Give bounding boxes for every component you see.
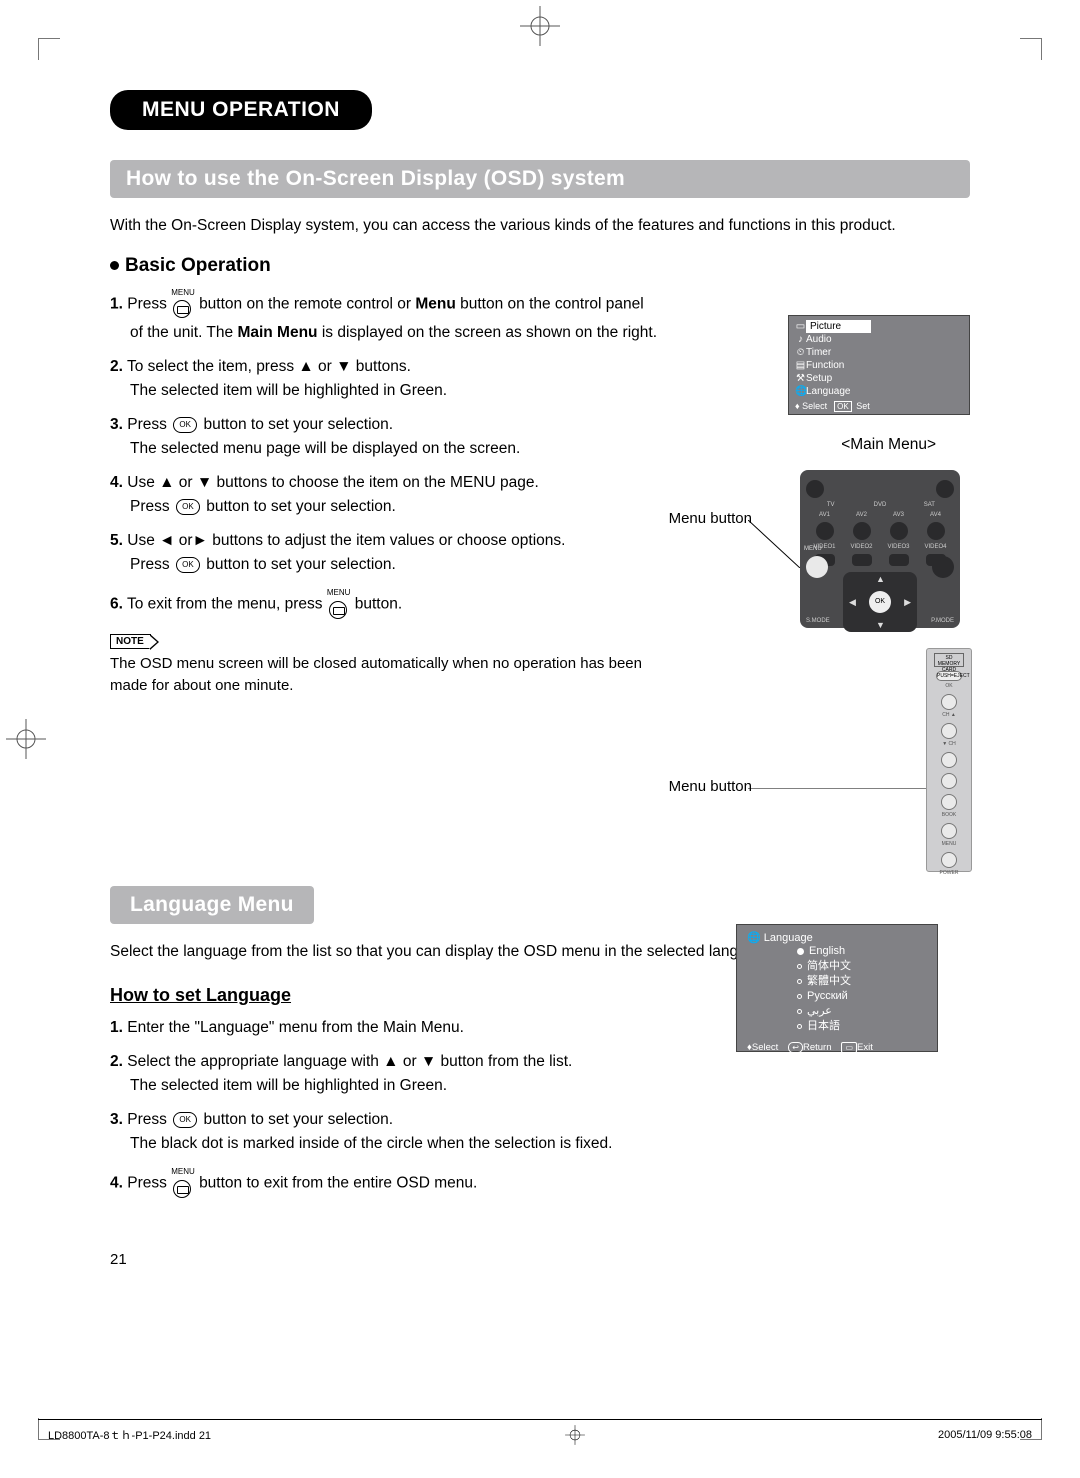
- step-6: 6. To exit from the menu, press MENU but…: [110, 587, 670, 621]
- page-number: 21: [110, 1251, 127, 1268]
- right-arrow-icon: ▶: [904, 597, 911, 608]
- radio-empty-icon: [797, 1009, 802, 1014]
- ok-button-icon: OK: [173, 417, 197, 433]
- mute-icon: [936, 480, 954, 498]
- manual-page: MENU OPERATION How to use the On-Screen …: [0, 0, 1080, 1478]
- callout-line: [748, 788, 926, 790]
- exit-icon: ▭: [841, 1042, 857, 1053]
- ok-button-icon: OK: [176, 557, 200, 573]
- menu-button-icon: [329, 601, 347, 619]
- osd-language-menu: 🌐 Language English 简体中文 繁體中文 Русский عرب…: [736, 924, 938, 1052]
- registration-mark-icon: [564, 1424, 586, 1446]
- ok-button-icon: OK: [176, 499, 200, 515]
- remote-menu-label: MENU: [804, 546, 822, 552]
- registration-mark-icon: [6, 719, 46, 759]
- lang-step-4: 4. Press MENU button to exit from the en…: [110, 1166, 670, 1200]
- lang-opt-english: English: [809, 945, 845, 957]
- lang-step-1: 1. Enter the "Language" menu from the Ma…: [110, 1016, 670, 1040]
- lang-opt-ru: Русский: [807, 990, 848, 1002]
- section-bar-osd: How to use the On-Screen Display (OSD) s…: [110, 160, 970, 198]
- ok-button-icon: OK: [173, 1112, 197, 1128]
- radio-empty-icon: [797, 1024, 802, 1029]
- crop-mark: [38, 38, 60, 60]
- registration-mark-icon: [520, 6, 560, 46]
- osd-item-timer: Timer: [806, 347, 831, 358]
- step-3: 3. Press OK button to set your selection…: [110, 413, 670, 461]
- lang-opt-ar: عربي: [807, 1005, 832, 1017]
- section-bar-language: Language Menu: [110, 886, 314, 924]
- osd-item-function: Function: [806, 360, 844, 371]
- timer-icon: ⏲: [795, 346, 806, 359]
- audio-icon: ♪: [795, 333, 806, 346]
- menu-tiny-label: MENU: [171, 287, 195, 299]
- radio-empty-icon: [797, 994, 802, 999]
- radio-empty-icon: [797, 964, 802, 969]
- remote-info-button: [932, 556, 954, 578]
- updown-icon: ♦: [795, 401, 800, 411]
- step-1: 1. Press MENU button on the remote contr…: [110, 287, 670, 345]
- step-4: 4. Use ▲ or ▼ buttons to choose the item…: [110, 471, 670, 519]
- lang-opt-jp: 日本語: [807, 1020, 840, 1032]
- crop-mark: [1020, 38, 1042, 60]
- up-arrow-icon: ▲: [876, 574, 885, 584]
- main-menu-caption: <Main Menu>: [841, 436, 936, 454]
- left-arrow-icon: ◀: [849, 597, 856, 608]
- lang-opt-tc: 繁體中文: [807, 975, 851, 987]
- remote-ok-button: OK: [869, 591, 891, 613]
- menu-button-callout-panel: Menu button: [669, 778, 752, 795]
- setup-icon: ⚒: [795, 372, 806, 385]
- osd-item-audio: Audio: [806, 334, 832, 345]
- osd-item-language: Language: [806, 386, 851, 397]
- osd-item-setup: Setup: [806, 373, 832, 384]
- front-panel: SD MEMORY CARD PUSH=EJECT OK CH ▲ ▼ CH B…: [926, 648, 972, 872]
- osd-lang-title: Language: [764, 932, 813, 944]
- function-icon: ▤: [795, 359, 806, 372]
- language-icon: 🌐: [795, 385, 806, 398]
- footer-date: 2005/11/09 9:55:08: [938, 1429, 1032, 1441]
- intro-text: With the On-Screen Display system, you c…: [110, 216, 970, 237]
- return-icon: ↩: [788, 1042, 803, 1053]
- lang-step-2: 2. Select the appropriate language with …: [110, 1050, 670, 1098]
- picture-icon: ▭: [795, 320, 806, 333]
- radio-empty-icon: [797, 979, 802, 984]
- osd-main-menu: ▭Picture ♪Audio ⏲Timer ▤Function ⚒Setup …: [788, 315, 970, 415]
- page-content: MENU OPERATION How to use the On-Screen …: [110, 90, 970, 1201]
- radio-selected-icon: [797, 948, 804, 955]
- menu-tiny-label: MENU: [327, 587, 351, 599]
- panel-ok-button: [941, 694, 957, 710]
- note-text: The OSD menu screen will be closed autom…: [110, 653, 670, 697]
- remote-menu-button: [806, 556, 828, 578]
- eject-button: PUSH=EJECT: [936, 671, 962, 681]
- menu-button-callout: Menu button: [669, 510, 752, 527]
- page-footer: LD8800TA-8ｔｈ-P1-P24.indd 21 2005/11/09 9…: [38, 1419, 1042, 1446]
- osd-item-picture: Picture: [806, 320, 871, 333]
- lang-step-3: 3. Press OK button to set your selection…: [110, 1108, 670, 1156]
- power-icon: [806, 480, 824, 498]
- step-2: 2. To select the item, press ▲ or ▼ butt…: [110, 355, 670, 403]
- step-5: 5. Use ◄ or► buttons to adjust the item …: [110, 529, 670, 577]
- section-pill: MENU OPERATION: [110, 90, 372, 130]
- globe-icon: 🌐: [747, 932, 761, 944]
- basic-operation-label: Basic Operation: [125, 255, 271, 276]
- panel-menu-button: [941, 852, 957, 868]
- note-label: NOTE: [110, 634, 151, 649]
- lang-opt-sc: 简体中文: [807, 960, 851, 972]
- menu-button-icon: [173, 1180, 191, 1198]
- footer-file: LD8800TA-8ｔｈ-P1-P24.indd 21: [48, 1427, 211, 1443]
- sd-card-slot: SD MEMORY CARD: [934, 653, 964, 667]
- remote-control: TVDVDSAT AV1AV2AV3AV4 VIDEO1VIDEO2VIDEO3…: [800, 470, 960, 628]
- callout-line: [748, 520, 800, 568]
- menu-button-icon: [173, 300, 191, 318]
- basic-operation-heading: Basic Operation: [110, 255, 970, 277]
